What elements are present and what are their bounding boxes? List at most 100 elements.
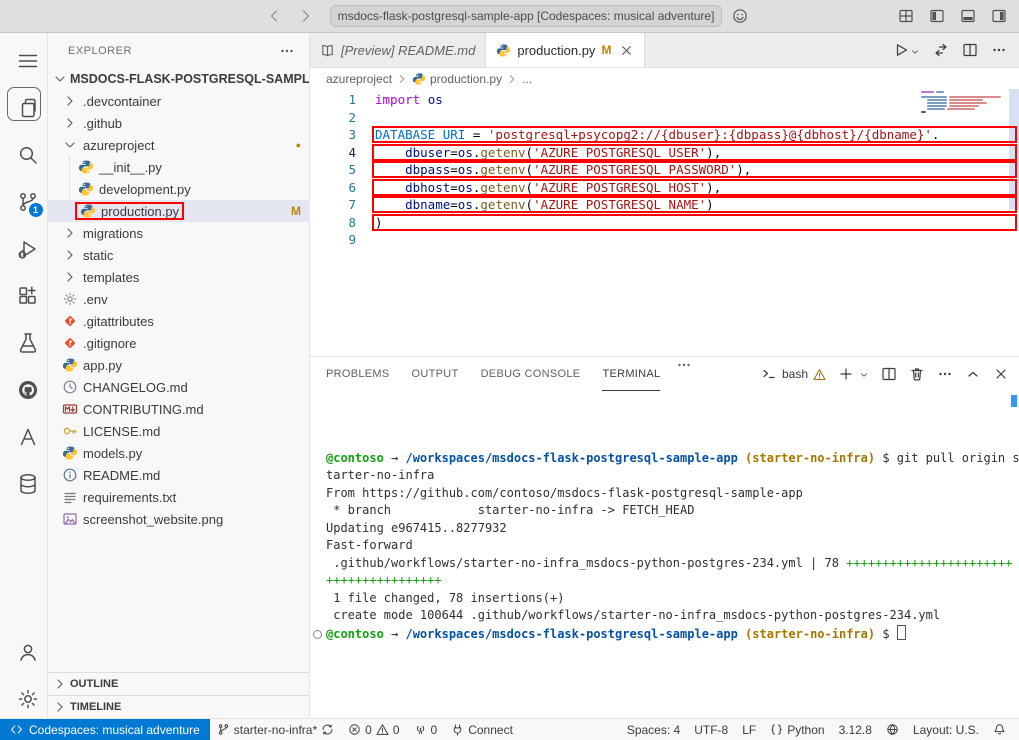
tree-item-requirements-txt[interactable]: requirements.txt <box>48 486 309 508</box>
command-center[interactable]: msdocs-flask-postgresql-sample-app [Code… <box>330 5 722 27</box>
activity-item-azure[interactable] <box>8 417 40 449</box>
tab-preview-readme-md[interactable]: [Preview] README.md <box>310 33 486 67</box>
sidebar-sections: OUTLINETIMELINE <box>48 672 309 718</box>
python-file-icon <box>80 203 96 219</box>
new-terminal-button[interactable] <box>838 366 869 382</box>
github-icon <box>16 378 32 394</box>
split-editor-button[interactable] <box>962 42 978 58</box>
run-python-file-button[interactable] <box>893 42 920 58</box>
toggle-primary-sidebar-icon[interactable] <box>929 8 945 24</box>
status-git-branch[interactable]: starter-no-infra* <box>210 719 341 740</box>
sidebar-title: EXPLORER <box>68 45 132 57</box>
tree-item-templates[interactable]: templates <box>48 266 309 288</box>
status-label: Spaces: 4 <box>627 723 680 737</box>
tree-item-content: static <box>62 246 113 264</box>
terminal-line: tarter-no-infra <box>326 467 1011 485</box>
split-terminal-button[interactable] <box>881 366 897 382</box>
open-changes-button[interactable] <box>933 42 949 58</box>
activity-item-remote-explorer[interactable] <box>8 464 40 496</box>
sidebar-section-outline[interactable]: OUTLINE <box>48 672 309 695</box>
activity-item-manage[interactable] <box>8 679 40 711</box>
tree-item-init-py[interactable]: __init__.py <box>48 156 309 178</box>
code-editor[interactable]: 123456789 import osDATABASE_URI = 'postg… <box>310 89 1019 356</box>
tree-item-license-md[interactable]: LICENSE.md <box>48 420 309 442</box>
status-notifications[interactable] <box>986 719 1013 740</box>
tree-item-readme-md[interactable]: README.md <box>48 464 309 486</box>
tree-item-production-py[interactable]: production.pyM <box>48 200 309 222</box>
launch-profile-button[interactable]: bash <box>761 366 826 382</box>
editor-scrollbar[interactable] <box>1009 89 1019 209</box>
panel-tab-debug-console[interactable]: DEBUG CONSOLE <box>481 357 581 391</box>
activity-item-menu[interactable] <box>8 41 40 73</box>
maximize-panel-button[interactable] <box>965 366 981 382</box>
terminal[interactable]: @contoso → /workspaces/msdocs-flask-post… <box>310 391 1019 718</box>
activity-item-github[interactable] <box>8 370 40 402</box>
tree-item-changelog-md[interactable]: CHANGELOG.md <box>48 376 309 398</box>
warning-icon <box>813 368 826 381</box>
explorer-more-actions-icon[interactable] <box>279 43 295 59</box>
tree-item-content: LICENSE.md <box>62 422 160 440</box>
tree-item-static[interactable]: static <box>48 244 309 266</box>
tree-item-contributing-md[interactable]: CONTRIBUTING.md <box>48 398 309 420</box>
tab-production-py[interactable]: production.pyM <box>486 33 645 67</box>
tree-item-devcontainer[interactable]: .devcontainer <box>48 90 309 112</box>
toggle-panel-icon[interactable] <box>960 8 976 24</box>
status-problems[interactable]: 00 <box>341 719 406 740</box>
status-keyboard-layout[interactable] <box>879 719 906 740</box>
activity-item-testing[interactable] <box>8 323 40 355</box>
panel-tab-output[interactable]: OUTPUT <box>412 357 459 391</box>
tree-item-gitignore[interactable]: .gitignore <box>48 332 309 354</box>
status-indentation[interactable]: Spaces: 4 <box>620 719 687 740</box>
more-actions-button[interactable] <box>991 42 1007 58</box>
panel-tab-problems[interactable]: PROBLEMS <box>326 357 390 391</box>
status-encoding[interactable]: UTF-8 <box>687 719 735 740</box>
status-eol[interactable]: LF <box>735 719 763 740</box>
status-connect[interactable]: Connect <box>444 719 520 740</box>
line-number: 6 <box>310 179 356 197</box>
status-screencast-layout[interactable]: Layout: U.S. <box>906 719 986 740</box>
status-label: LF <box>742 723 756 737</box>
customize-layout-icon[interactable] <box>898 8 914 24</box>
git-file-icon <box>62 313 78 329</box>
panel-tab-terminal[interactable]: TERMINAL <box>602 357 660 391</box>
activity-item-explorer[interactable] <box>8 88 40 120</box>
chevron-right-icon <box>62 93 78 109</box>
close-icon[interactable] <box>619 43 634 58</box>
activity-item-search[interactable] <box>8 135 40 167</box>
tree-item-github[interactable]: .github <box>48 112 309 134</box>
back-icon[interactable] <box>266 8 282 24</box>
minimap[interactable] <box>919 91 1007 121</box>
tree-item-migrations[interactable]: migrations <box>48 222 309 244</box>
terminal-line: .github/workflows/starter-no-infra_msdoc… <box>326 555 1011 573</box>
sidebar-section-timeline[interactable]: TIMELINE <box>48 695 309 718</box>
toggle-secondary-sidebar-icon[interactable] <box>991 8 1007 24</box>
breadcrumb-item-production-py[interactable]: production.py <box>412 72 502 86</box>
line-number: 9 <box>310 231 356 249</box>
run-python-file-icon <box>893 42 909 58</box>
line-number: 4 <box>310 144 356 162</box>
tree-item-app-py[interactable]: app.py <box>48 354 309 376</box>
breadcrumb-item-azureproject[interactable]: azureproject <box>326 72 392 86</box>
status-codespaces-remote[interactable]: Codespaces: musical adventure <box>0 719 210 740</box>
panel-more-tabs-icon[interactable] <box>676 357 692 373</box>
status-python-interpreter[interactable]: 3.12.8 <box>832 719 879 740</box>
feedback-icon[interactable] <box>732 8 748 24</box>
activity-item-source-control[interactable]: 1 <box>8 182 40 214</box>
activity-item-extensions[interactable] <box>8 276 40 308</box>
status-ports[interactable]: 0 <box>407 719 445 740</box>
tree-item-gitattributes[interactable]: .gitattributes <box>48 310 309 332</box>
tree-root-folder[interactable]: MSDOCS-FLASK-POSTGRESQL-SAMPLE-... <box>48 68 309 90</box>
kill-terminal-button[interactable] <box>909 366 925 382</box>
tree-item-env[interactable]: .env <box>48 288 309 310</box>
tree-item-screenshot-website-png[interactable]: screenshot_website.png <box>48 508 309 530</box>
tree-item-azureproject[interactable]: azureproject● <box>48 134 309 156</box>
breadcrumb-item-[interactable]: ... <box>522 72 532 86</box>
tree-item-models-py[interactable]: models.py <box>48 442 309 464</box>
activity-item-run-and-debug[interactable] <box>8 229 40 261</box>
activity-item-accounts[interactable] <box>8 632 40 664</box>
status-language-mode[interactable]: Python <box>763 719 831 740</box>
tree-item-development-py[interactable]: development.py <box>48 178 309 200</box>
more-panel-actions-button[interactable] <box>937 366 953 382</box>
close-panel-button[interactable] <box>993 366 1009 382</box>
forward-icon[interactable] <box>298 8 314 24</box>
